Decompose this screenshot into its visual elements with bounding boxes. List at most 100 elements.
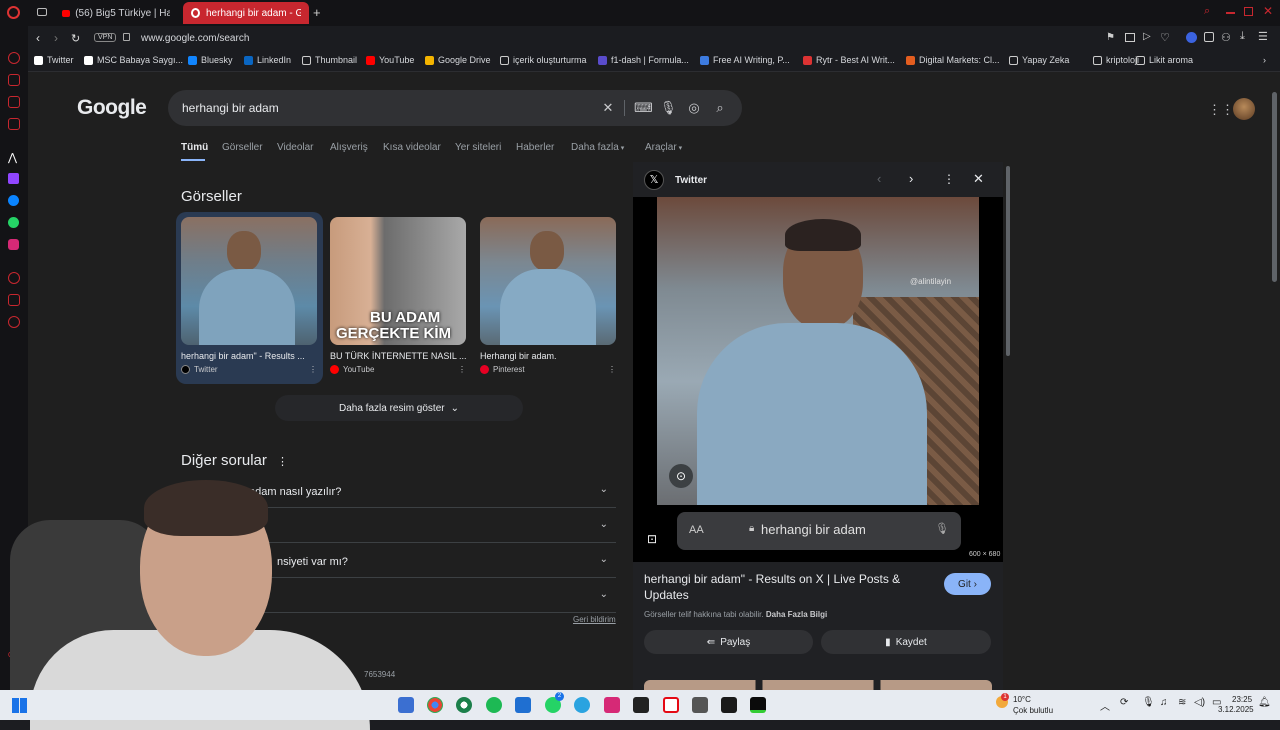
vpn-badge[interactable]: VPN	[94, 33, 117, 42]
snapshot-icon[interactable]	[1125, 33, 1135, 42]
extensions-icon[interactable]	[1204, 32, 1214, 42]
notifications-icon[interactable]: 🔔︎	[1258, 697, 1271, 708]
bookmark-item[interactable]: MSC Babaya Saygı...	[84, 55, 183, 65]
bookmark-item[interactable]: f1-dash | Formula...	[598, 55, 689, 65]
menu-icon[interactable]: ☰	[1258, 30, 1268, 43]
lock-icon[interactable]	[123, 33, 130, 41]
google-logo[interactable]: Google	[77, 96, 147, 120]
maximize-icon[interactable]	[1244, 7, 1253, 16]
minimize-icon[interactable]	[1226, 12, 1235, 14]
tab-youtube[interactable]: (56) Big5 Türkiye | Hazırla	[54, 2, 178, 24]
keyboard-icon[interactable]: ⌨	[634, 100, 653, 116]
volume-icon[interactable]: ◁)	[1194, 697, 1205, 708]
image-result-pinterest[interactable]: Herhangi bir adam. Pinterest ⋮	[480, 217, 616, 374]
sidebar-aria-icon[interactable]	[8, 74, 20, 86]
more-options-icon[interactable]: ⋮	[608, 365, 616, 374]
sidebar-wallet-icon[interactable]	[8, 294, 20, 306]
bookmark-item[interactable]: Bluesky	[188, 55, 233, 65]
url-field[interactable]: www.google.com/search	[141, 33, 249, 44]
search-tab[interactable]: Yer siteleri	[455, 142, 501, 153]
share-button[interactable]: ⇚ Paylaş	[644, 630, 813, 654]
bookmark-page-icon[interactable]: ⚑	[1106, 32, 1115, 43]
tab-google-search[interactable]: herhangi bir adam - Goog	[183, 2, 309, 24]
chrome-icon[interactable]	[427, 697, 443, 713]
preview-image[interactable]: @alintilayin ⊙ AA 🔒︎ herhangi bir adam 🎙…	[633, 197, 1003, 562]
faq-item[interactable]: ⌄	[181, 579, 616, 613]
sidebar-flow-icon[interactable]	[8, 52, 20, 64]
twitch-icon[interactable]	[8, 173, 19, 184]
search-icon[interactable]: ⌕	[712, 100, 728, 116]
more-options-icon[interactable]: ⋮	[943, 172, 955, 186]
search-tab[interactable]: Haberler	[516, 142, 554, 153]
image-result-youtube[interactable]: BU ADAM GERÇEKTE KİM BU TÜRK İNTERNETTE …	[330, 217, 466, 374]
opera-logo-icon[interactable]	[7, 6, 20, 19]
image-thumbnail[interactable]	[181, 217, 317, 345]
search-tabs-icon[interactable]: ⌕	[1204, 5, 1210, 18]
clock-time[interactable]: 23:25	[1232, 695, 1252, 704]
lens-search-icon[interactable]: ⊙	[669, 464, 693, 488]
sidebar-clock-icon[interactable]	[8, 316, 20, 328]
bookmark-item[interactable]: Thumbnail	[302, 55, 357, 65]
forward-icon[interactable]: ›	[54, 31, 58, 45]
learn-more-link[interactable]: Daha Fazla Bilgi	[766, 610, 827, 619]
sidebar-pinboard-icon[interactable]	[8, 118, 20, 130]
bookmark-item[interactable]: içerik oluşturturma	[500, 55, 587, 65]
panel-scrollbar[interactable]	[1006, 166, 1010, 356]
reload-icon[interactable]: ↻	[71, 32, 80, 45]
preview-title[interactable]: herhangi bir adam" - Results on X | Live…	[644, 571, 914, 603]
sync-icon[interactable]: ⟳	[1120, 697, 1128, 708]
more-options-icon[interactable]: ⋮	[309, 365, 317, 374]
search-tab[interactable]: Daha fazla ▾	[571, 142, 624, 153]
sidebar-more-icon[interactable]: …	[10, 670, 19, 680]
more-options-icon[interactable]: ⋮	[277, 456, 288, 468]
bookmarks-overflow-icon[interactable]: ›	[1263, 55, 1266, 65]
show-hidden-icons[interactable]: ︿	[1100, 698, 1110, 713]
whatsapp-icon[interactable]	[8, 217, 19, 228]
prev-image-icon[interactable]: ‹	[877, 171, 881, 186]
faq-item[interactable]: adam nasıl yazılır? ⌄	[181, 474, 616, 508]
netflix-icon[interactable]	[663, 697, 679, 713]
apps-grid-icon[interactable]: ⋮⋮	[1208, 102, 1234, 118]
start-icon[interactable]	[12, 698, 27, 713]
more-images-button[interactable]: Daha fazla resim göster ⌄	[275, 395, 523, 421]
feedback-link[interactable]: Geri bildirim	[573, 615, 616, 624]
image-thumbnail[interactable]	[480, 217, 616, 345]
sidebar-gx-icon[interactable]: GX	[8, 652, 18, 659]
bookmark-item[interactable]: Digital Markets: Cl...	[906, 55, 1000, 65]
profile-icon[interactable]: ⚇	[1221, 31, 1231, 44]
search-tab[interactable]: Videolar	[277, 142, 314, 153]
instagram-icon[interactable]	[604, 697, 620, 713]
bookmark-item[interactable]: Likit aroma	[1136, 55, 1193, 65]
sidebar-player-icon[interactable]	[8, 96, 20, 108]
search-tab[interactable]: Araçlar ▾	[645, 142, 682, 153]
bookmark-item[interactable]: LinkedIn	[244, 55, 291, 65]
preview-site-name[interactable]: Twitter	[675, 175, 707, 186]
sidebar-history-icon[interactable]	[8, 272, 20, 284]
instagram-icon[interactable]	[8, 239, 19, 250]
save-button[interactable]: ▮ Kaydet	[821, 630, 991, 654]
image-thumbnail[interactable]: BU ADAM GERÇEKTE KİM	[330, 217, 466, 345]
bookmark-item[interactable]: Google Drive	[425, 55, 491, 65]
bookmark-item[interactable]: YouTube	[366, 55, 414, 65]
spotify-icon[interactable]	[486, 697, 502, 713]
extension-icon[interactable]	[1186, 32, 1197, 43]
related-images-strip[interactable]	[644, 680, 992, 690]
weather-temp[interactable]: 10°C	[1013, 695, 1031, 704]
headphones-icon[interactable]: ♫	[1160, 697, 1168, 708]
app-icon[interactable]	[721, 697, 737, 713]
image-result-twitter[interactable]: herhangi bir adam" - Results ... Twitter…	[181, 217, 317, 374]
clock-date[interactable]: 3.12.2025	[1218, 705, 1254, 714]
wifi-icon[interactable]: ≋	[1178, 697, 1186, 708]
telegram-icon[interactable]	[574, 697, 590, 713]
clear-icon[interactable]: ✕	[600, 100, 616, 116]
faq-item[interactable]: nsiyeti var mı? ⌄	[181, 544, 616, 578]
terminal-icon[interactable]	[750, 697, 766, 713]
bookmark-item[interactable]: Free AI Writing, P...	[700, 55, 790, 65]
bookmark-item[interactable]: Yapay Zeka	[1009, 55, 1069, 65]
mail-app-icon[interactable]	[398, 697, 414, 713]
close-window-icon[interactable]: ✕	[1263, 4, 1273, 18]
bookmark-item[interactable]: Rytr - Best AI Writ...	[803, 55, 895, 65]
epic-games-icon[interactable]	[633, 697, 649, 713]
bookmark-item[interactable]: Twitter	[34, 55, 74, 65]
download-icon[interactable]: ⤓	[1240, 30, 1245, 43]
